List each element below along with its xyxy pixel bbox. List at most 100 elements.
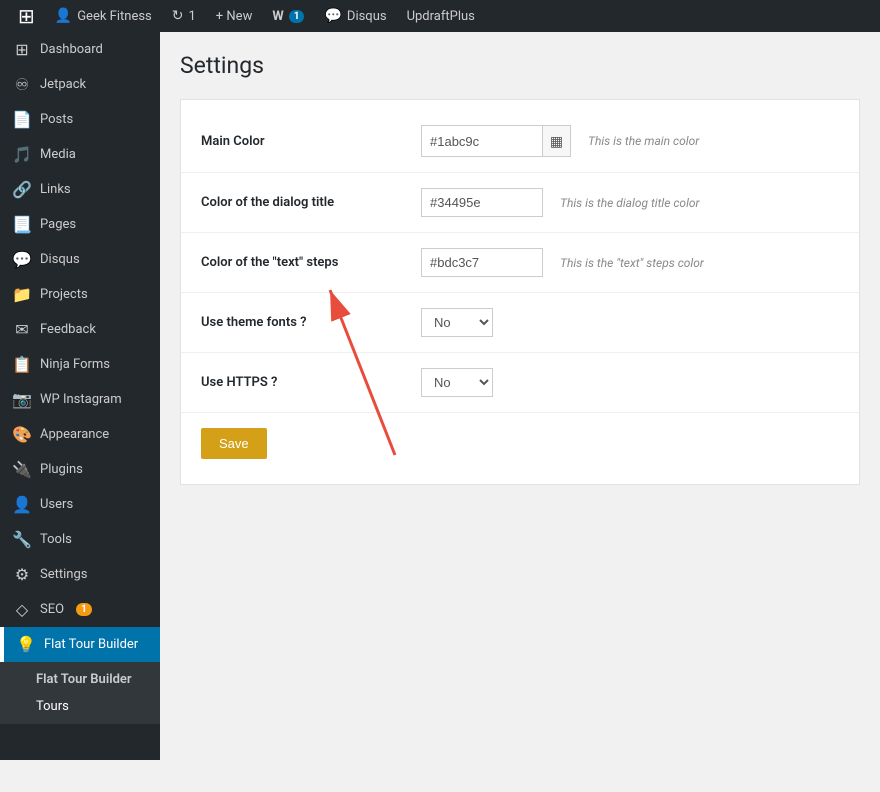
sidebar-label-pages: Pages: [40, 217, 76, 232]
users-icon: 👤: [12, 495, 32, 514]
main-color-input[interactable]: [422, 128, 542, 155]
theme-fonts-row: Use theme fonts ? No Yes: [181, 293, 859, 353]
sidebar-label-settings: Settings: [40, 567, 87, 582]
text-steps-color-input[interactable]: [422, 249, 542, 276]
sidebar-item-users[interactable]: 👤 Users: [0, 487, 160, 522]
sidebar-label-jetpack: Jetpack: [40, 77, 86, 92]
vc-badge: 1: [289, 10, 305, 23]
sidebar-item-appearance[interactable]: 🎨 Appearance: [0, 417, 160, 452]
dialog-title-color-control: This is the dialog title color: [421, 188, 839, 217]
visual-composer-button[interactable]: W 1: [264, 0, 312, 32]
main-color-row: Main Color ▦ This is the main color: [181, 110, 859, 173]
text-steps-color-row: Color of the "text" steps This is the "t…: [181, 233, 859, 293]
flat-tour-builder-icon: 💡: [16, 635, 36, 654]
wp-logo-icon: ⊞: [18, 4, 35, 28]
settings-icon: ⚙: [12, 565, 32, 584]
layout: ⊞ Dashboard ♾ Jetpack 📄 Posts 🎵 Media 🔗 …: [0, 32, 880, 760]
refresh-icon: ↻: [172, 8, 184, 24]
use-https-select-wrap: No Yes: [421, 368, 493, 397]
dialog-title-color-input[interactable]: [422, 189, 542, 216]
sidebar-item-tools[interactable]: 🔧 Tools: [0, 522, 160, 557]
sidebar-label-wp-instagram: WP Instagram: [40, 392, 122, 407]
dialog-title-color-hint: This is the dialog title color: [560, 196, 699, 210]
sidebar-label-seo: SEO: [40, 602, 64, 617]
theme-fonts-label: Use theme fonts ?: [201, 315, 421, 330]
sidebar-item-media[interactable]: 🎵 Media: [0, 137, 160, 172]
sidebar-label-tools: Tools: [40, 532, 72, 547]
new-content-button[interactable]: + New: [208, 0, 261, 32]
jetpack-icon: ♾: [12, 75, 32, 94]
wp-logo-button[interactable]: ⊞: [10, 0, 43, 32]
sidebar-item-feedback[interactable]: ✉ Feedback: [0, 312, 160, 347]
main-color-hint: This is the main color: [588, 134, 699, 148]
sidebar-label-links: Links: [40, 182, 71, 197]
main-color-label: Main Color: [201, 134, 421, 149]
sidebar-label-users: Users: [40, 497, 73, 512]
sidebar-label-plugins: Plugins: [40, 462, 83, 477]
main-content: Settings Main Color ▦: [160, 32, 880, 760]
comment-icon: 💬: [324, 8, 341, 24]
sidebar-label-disqus: Disqus: [40, 252, 80, 267]
sidebar-label-media: Media: [40, 147, 76, 162]
sidebar-item-seo[interactable]: ◇ SEO 1: [0, 592, 160, 627]
sidebar-label-feedback: Feedback: [40, 322, 96, 337]
theme-fonts-select-wrap: No Yes: [421, 308, 493, 337]
sidebar-item-settings[interactable]: ⚙ Settings: [0, 557, 160, 592]
settings-container: Main Color ▦ This is the main color Colo…: [180, 99, 860, 485]
sidebar-item-links[interactable]: 🔗 Links: [0, 172, 160, 207]
update-count: 1: [188, 9, 195, 24]
theme-fonts-select[interactable]: No Yes: [422, 309, 492, 336]
save-button[interactable]: Save: [201, 428, 267, 459]
sidebar-item-projects[interactable]: 📁 Projects: [0, 277, 160, 312]
flat-tour-builder-submenu: Flat Tour Builder Tours: [0, 662, 160, 724]
dialog-title-color-row: Color of the dialog title This is the di…: [181, 173, 859, 233]
updraft-button[interactable]: UpdraftPlus: [399, 0, 483, 32]
sidebar: ⊞ Dashboard ♾ Jetpack 📄 Posts 🎵 Media 🔗 …: [0, 32, 160, 760]
text-steps-color-hint: This is the "text" steps color: [560, 256, 704, 270]
instagram-icon: 📷: [12, 390, 32, 409]
use-https-select[interactable]: No Yes: [422, 369, 492, 396]
person-icon: 👤: [55, 8, 72, 24]
use-https-row: Use HTTPS ? No Yes: [181, 353, 859, 413]
updates-button[interactable]: ↻ 1: [164, 0, 204, 32]
site-name-button[interactable]: 👤 Geek Fitness: [47, 0, 160, 32]
submenu-parent-label: Flat Tour Builder: [0, 666, 160, 693]
sidebar-item-plugins[interactable]: 🔌 Plugins: [0, 452, 160, 487]
sidebar-label-projects: Projects: [40, 287, 88, 302]
dialog-title-color-input-wrap: [421, 188, 543, 217]
seo-badge: 1: [76, 603, 92, 616]
settings-table: Main Color ▦ This is the main color Colo…: [180, 99, 860, 485]
sidebar-item-posts[interactable]: 📄 Posts: [0, 102, 160, 137]
sidebar-item-tours[interactable]: Tours: [0, 693, 160, 720]
appearance-icon: 🎨: [12, 425, 32, 444]
disqus-icon: 💬: [12, 250, 32, 269]
admin-bar: ⊞ 👤 Geek Fitness ↻ 1 + New W 1 💬 Disqus …: [0, 0, 880, 32]
sidebar-item-pages[interactable]: 📃 Pages: [0, 207, 160, 242]
text-steps-color-control: This is the "text" steps color: [421, 248, 839, 277]
tools-icon: 🔧: [12, 530, 32, 549]
submenu-parent-text: Flat Tour Builder: [36, 672, 132, 687]
projects-icon: 📁: [12, 285, 32, 304]
vc-icon: W: [272, 9, 283, 24]
seo-icon: ◇: [12, 600, 32, 619]
media-icon: 🎵: [12, 145, 32, 164]
sidebar-label-ninja-forms: Ninja Forms: [40, 357, 110, 372]
text-steps-color-label: Color of the "text" steps: [201, 255, 421, 270]
ninja-forms-icon: 📋: [12, 355, 32, 374]
posts-icon: 📄: [12, 110, 32, 129]
disqus-button[interactable]: 💬 Disqus: [316, 0, 394, 32]
save-row: Save: [181, 413, 859, 474]
sidebar-item-flat-tour-builder[interactable]: 💡 Flat Tour Builder: [0, 627, 160, 662]
text-steps-color-input-wrap: [421, 248, 543, 277]
updraft-label: UpdraftPlus: [407, 9, 475, 24]
sidebar-item-jetpack[interactable]: ♾ Jetpack: [0, 67, 160, 102]
sidebar-item-ninja-forms[interactable]: 📋 Ninja Forms: [0, 347, 160, 382]
sidebar-item-dashboard[interactable]: ⊞ Dashboard: [0, 32, 160, 67]
sidebar-item-wp-instagram[interactable]: 📷 WP Instagram: [0, 382, 160, 417]
sidebar-item-disqus[interactable]: 💬 Disqus: [0, 242, 160, 277]
page-title: Settings: [180, 52, 860, 79]
sidebar-label-tours: Tours: [36, 699, 69, 714]
dashboard-icon: ⊞: [12, 40, 32, 59]
main-color-swatch-button[interactable]: ▦: [542, 126, 570, 156]
dialog-title-color-label: Color of the dialog title: [201, 195, 421, 210]
